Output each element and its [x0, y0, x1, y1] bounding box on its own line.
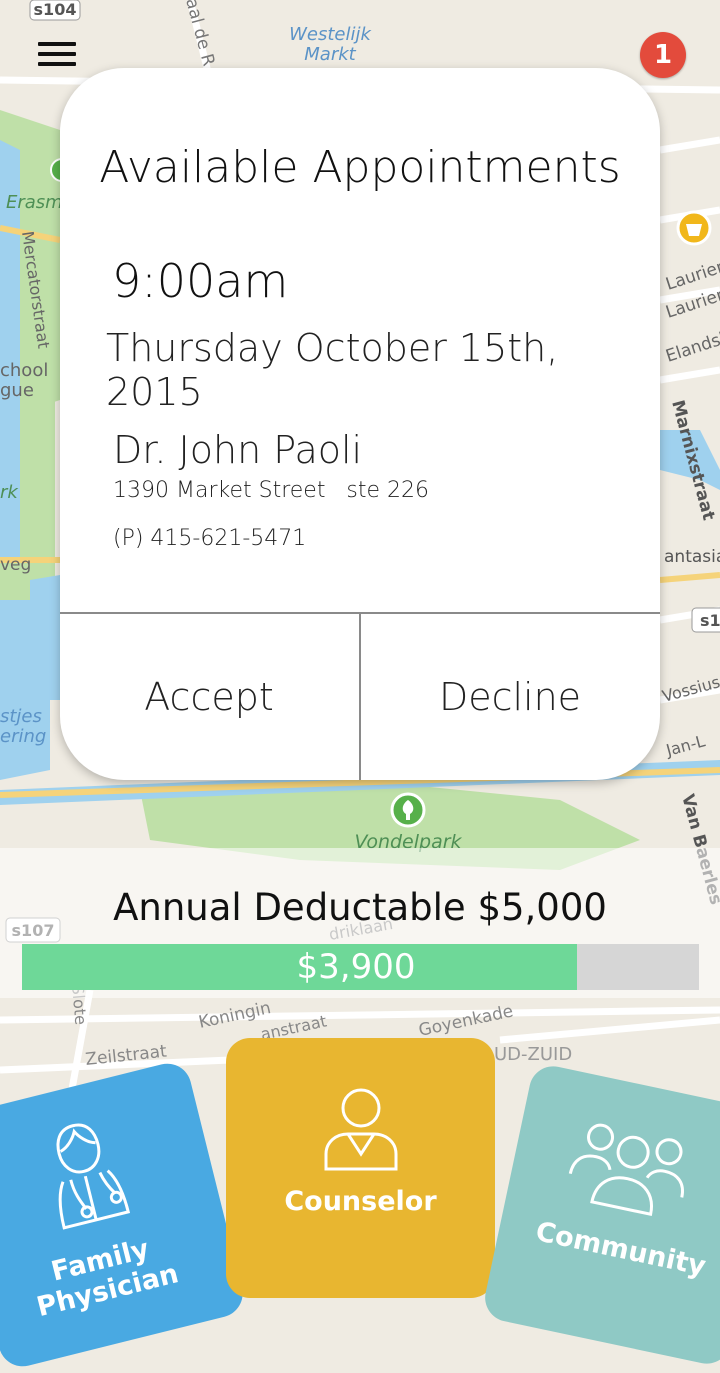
map-label-road-s1: s1 [700, 611, 720, 630]
doctor-name: Dr. John Paoli [113, 428, 363, 472]
map-label-erasm: Erasm [6, 192, 63, 213]
doctor-address: 1390 Market Street ste 226 [113, 478, 430, 503]
counselor-label: Counselor [284, 1186, 437, 1217]
menu-icon[interactable] [38, 40, 78, 68]
counselor-tile[interactable]: Counselor [226, 1038, 495, 1298]
decline-button[interactable]: Decline [361, 614, 659, 780]
deductible-title: Annual Deductable $5,000 [113, 886, 607, 929]
map-label-stjes: stjes [0, 706, 42, 727]
map-label-road-s104: s104 [34, 0, 77, 19]
map-label-veg: veg [0, 555, 31, 575]
notification-badge[interactable]: 1 [640, 32, 686, 78]
map-label-ud-zuid: UD-ZUID [494, 1044, 572, 1065]
appointment-date: Thursday October 15th, 2015 [106, 326, 559, 414]
appointment-time: 9:00am [112, 254, 289, 308]
family-physician-label: Family Physician [33, 1233, 182, 1324]
doctor-icon [56, 1123, 131, 1230]
community-icon [568, 1123, 684, 1217]
deductible-paid-label: $3,900 [296, 947, 416, 987]
map-label-gue: gue [0, 380, 34, 401]
map-label-chool: chool [0, 360, 48, 381]
doctor-phone: (P) 415-621-5471 [113, 526, 307, 551]
map-label-markt: Markt [304, 44, 356, 65]
map-label-westelijk: Westelijk [289, 24, 372, 45]
community-label: Community [532, 1216, 709, 1283]
map-label-rk: rk [0, 482, 19, 503]
appointment-title: Available Appointments [99, 142, 621, 193]
accept-button[interactable]: Accept [60, 614, 358, 780]
map-label-antasia: antasia [664, 547, 720, 567]
map-label-ering: ering [0, 726, 46, 747]
appointment-card: Available Appointments 9:00am Thursday O… [60, 68, 660, 780]
counselor-icon [324, 1088, 398, 1171]
